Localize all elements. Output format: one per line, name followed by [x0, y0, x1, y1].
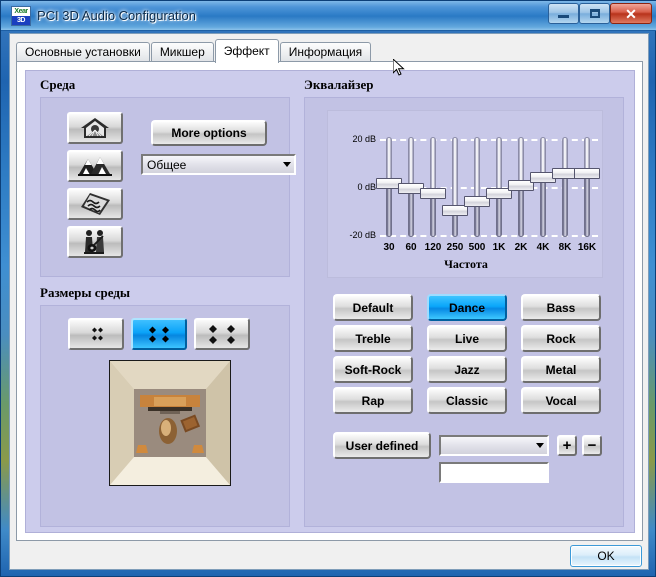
eq-slider-1k[interactable] — [486, 137, 512, 237]
eq-slider-thumb[interactable] — [574, 168, 600, 179]
minimize-icon — [558, 15, 569, 18]
maximize-button[interactable] — [579, 3, 610, 24]
room-size-small-icon — [92, 327, 103, 341]
xear-3d-logo-icon: Xear 3D — [11, 6, 31, 26]
preset-button-vocal[interactable]: Vocal — [521, 387, 601, 414]
eq-slider-thumb[interactable] — [420, 188, 446, 199]
preset-button-dance[interactable]: Dance — [427, 294, 507, 321]
user-preset-name-input[interactable] — [439, 462, 549, 483]
tab-bar: Основные установки Микшер Эффект Информа… — [16, 39, 372, 63]
close-button[interactable]: ✕ — [610, 3, 652, 24]
eq-axis-label-mid: 0 dB — [357, 182, 376, 192]
user-preset-combobox[interactable] — [439, 435, 549, 456]
equalizer-group: 20 dB 0 dB -20 dB 30 60 120 250 500 1K 2… — [304, 97, 624, 527]
chevron-down-icon — [532, 443, 547, 448]
room-size-medium-icon — [149, 326, 169, 343]
environment-concert-icon-button[interactable] — [67, 226, 123, 258]
tab-information[interactable]: Информация — [279, 42, 372, 62]
tab-panel: Среда More options Общее Размеры среды Э… — [16, 61, 643, 541]
preset-button-rock[interactable]: Rock — [521, 325, 601, 352]
environment-preset-value: Общее — [147, 157, 187, 172]
preset-button-live[interactable]: Live — [427, 325, 507, 352]
preset-button-soft-rock[interactable]: Soft-Rock — [333, 356, 413, 383]
preset-button-treble[interactable]: Treble — [333, 325, 413, 352]
room-size-medium-button[interactable] — [131, 318, 187, 350]
eq-slider-500[interactable] — [464, 137, 490, 237]
eq-slider-fill — [562, 175, 568, 237]
environment-mountains-icon-button[interactable] — [67, 150, 123, 182]
preset-button-bass[interactable]: Bass — [521, 294, 601, 321]
environment-water-icon-button[interactable] — [67, 188, 123, 220]
room-size-large-button[interactable] — [194, 318, 250, 350]
eq-slider-fill — [496, 195, 502, 237]
preset-button-jazz[interactable]: Jazz — [427, 356, 507, 383]
maximize-icon — [589, 9, 600, 18]
water-waves-icon — [81, 193, 110, 215]
equalizer-section-title: Эквалайзер — [304, 77, 374, 92]
title-bar: Xear 3D PCI 3D Audio Configuration ✕ — [1, 1, 656, 31]
effect-panel-background: Среда More options Общее Размеры среды Э… — [25, 70, 635, 533]
application-window: Xear 3D PCI 3D Audio Configuration ✕ Осн… — [0, 0, 656, 577]
eq-slider-fill — [386, 185, 392, 237]
tab-mixer[interactable]: Микшер — [150, 42, 214, 62]
remove-preset-button[interactable]: − — [582, 435, 602, 456]
eq-slider-8k[interactable] — [552, 137, 578, 237]
eq-slider-fill — [540, 179, 546, 237]
tab-general-settings[interactable]: Основные установки — [16, 42, 150, 62]
minimize-button[interactable] — [548, 3, 579, 24]
preset-button-classic[interactable]: Classic — [427, 387, 507, 414]
preset-button-rap[interactable]: Rap — [333, 387, 413, 414]
equalizer-chart: 20 dB 0 dB -20 dB 30 60 120 250 500 1K 2… — [327, 110, 603, 278]
environment-indoor-icon-button[interactable] — [67, 112, 123, 144]
eq-slider-fill — [430, 195, 436, 237]
logo-top-text: Xear — [14, 8, 28, 15]
eq-slider-fill — [408, 190, 414, 237]
eq-slider-60[interactable] — [398, 137, 424, 237]
room-size-large-icon — [209, 325, 235, 344]
eq-slider-30[interactable] — [376, 137, 402, 237]
logo-bottom-text: 3D — [12, 16, 30, 25]
more-options-button[interactable]: More options — [151, 120, 267, 146]
preset-button-metal[interactable]: Metal — [521, 356, 601, 383]
eq-axis-label-bottom: -20 dB — [349, 230, 376, 240]
add-preset-button[interactable]: + — [557, 435, 577, 456]
eq-slider-fill — [584, 175, 590, 237]
preset-button-default[interactable]: Default — [333, 294, 413, 321]
house-icon — [81, 118, 109, 138]
ok-button[interactable]: OK — [570, 545, 642, 567]
window-title: PCI 3D Audio Configuration — [37, 8, 196, 23]
close-icon: ✕ — [625, 5, 637, 22]
equalizer-frequency-axis-title: Частота — [444, 257, 488, 271]
mountains-icon — [78, 157, 112, 176]
eq-slider-4k[interactable] — [530, 137, 556, 237]
environment-group: More options Общее — [40, 97, 296, 277]
eq-slider-16k[interactable] — [574, 137, 600, 237]
room-size-group — [40, 305, 290, 527]
room-size-small-button[interactable] — [68, 318, 124, 350]
eq-slider-fill — [474, 203, 480, 237]
environment-section-title: Среда — [40, 77, 76, 92]
chevron-down-icon — [279, 162, 294, 167]
people-guitar-icon — [84, 230, 104, 254]
room-3d-illustration — [110, 361, 230, 485]
environment-preset-combobox[interactable]: Общее — [141, 154, 296, 175]
eq-slider-fill — [518, 187, 524, 237]
client-area: Основные установки Микшер Эффект Информа… — [9, 33, 649, 570]
eq-slider-250[interactable] — [442, 137, 468, 237]
user-defined-button[interactable]: User defined — [333, 432, 431, 459]
eq-slider-2k[interactable] — [508, 137, 534, 237]
tab-effect[interactable]: Эффект — [214, 39, 279, 63]
eq-slider-120[interactable] — [420, 137, 446, 237]
room-size-section-title: Размеры среды — [40, 285, 131, 300]
eq-axis-label-top: 20 dB — [352, 134, 376, 144]
room-preview-image — [109, 360, 231, 486]
eq-freq-label-16k: 16K — [577, 242, 597, 253]
